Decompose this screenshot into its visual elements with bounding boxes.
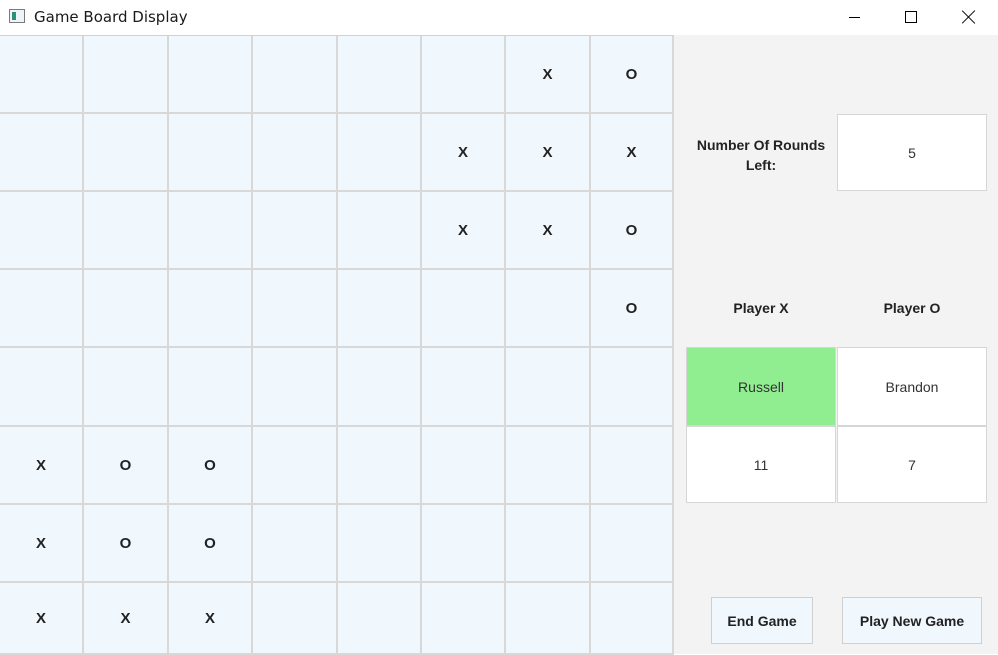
board-cell[interactable] bbox=[591, 505, 674, 583]
board-cell[interactable] bbox=[0, 270, 84, 348]
board-cell[interactable] bbox=[253, 583, 338, 655]
board-cell[interactable] bbox=[591, 583, 674, 655]
player-x-header: Player X bbox=[733, 300, 789, 316]
board-cell[interactable] bbox=[0, 36, 84, 114]
board-cell[interactable] bbox=[84, 114, 169, 192]
board-cell[interactable] bbox=[338, 583, 422, 655]
board-cell[interactable] bbox=[169, 348, 253, 427]
board-cell[interactable]: X bbox=[169, 583, 253, 655]
board-cell[interactable] bbox=[338, 36, 422, 114]
board-cell[interactable]: X bbox=[422, 192, 506, 270]
end-game-button[interactable]: End Game bbox=[711, 597, 813, 644]
game-board: XOXXXXXOOXOOXOOXXX bbox=[0, 35, 674, 655]
board-cell[interactable] bbox=[0, 114, 84, 192]
board-cell[interactable]: X bbox=[0, 505, 84, 583]
board-cell[interactable] bbox=[253, 36, 338, 114]
board-cell[interactable] bbox=[253, 348, 338, 427]
board-cell[interactable] bbox=[338, 192, 422, 270]
title-bar: Game Board Display bbox=[0, 0, 998, 34]
board-cell[interactable]: X bbox=[0, 427, 84, 505]
board-cell[interactable] bbox=[506, 583, 591, 655]
maximize-icon bbox=[905, 11, 917, 23]
board-cell[interactable] bbox=[253, 114, 338, 192]
board-cell[interactable] bbox=[506, 270, 591, 348]
minimize-button[interactable] bbox=[825, 0, 883, 34]
board-cell[interactable]: X bbox=[0, 583, 84, 655]
board-cell[interactable] bbox=[338, 114, 422, 192]
board-cell[interactable] bbox=[506, 505, 591, 583]
board-cell[interactable] bbox=[84, 270, 169, 348]
rounds-left-value: 5 bbox=[837, 114, 987, 191]
board-cell[interactable]: O bbox=[84, 505, 169, 583]
minimize-icon bbox=[848, 16, 860, 18]
board-cell[interactable] bbox=[169, 36, 253, 114]
board-cell[interactable]: X bbox=[506, 192, 591, 270]
board-cell[interactable] bbox=[338, 427, 422, 505]
board-cell[interactable]: O bbox=[169, 427, 253, 505]
close-icon bbox=[962, 10, 976, 24]
board-cell[interactable]: O bbox=[591, 36, 674, 114]
maximize-button[interactable] bbox=[882, 0, 940, 34]
player-x-name: Russell bbox=[686, 347, 836, 426]
board-cell[interactable] bbox=[422, 36, 506, 114]
board-cell[interactable]: O bbox=[169, 505, 253, 583]
side-panel: Number Of Rounds Left: 5 Player X Player… bbox=[674, 35, 998, 654]
board-cell[interactable]: O bbox=[591, 270, 674, 348]
board-cell[interactable] bbox=[338, 270, 422, 348]
rounds-left-label: Number Of Rounds Left: bbox=[696, 137, 826, 173]
board-cell[interactable] bbox=[253, 505, 338, 583]
board-cell[interactable] bbox=[84, 348, 169, 427]
board-cell[interactable] bbox=[422, 505, 506, 583]
board-cell[interactable]: X bbox=[422, 114, 506, 192]
board-cell[interactable] bbox=[506, 427, 591, 505]
board-cell[interactable] bbox=[591, 427, 674, 505]
board-cell[interactable] bbox=[338, 505, 422, 583]
board-cell[interactable]: X bbox=[506, 36, 591, 114]
close-button[interactable] bbox=[940, 0, 998, 34]
board-cell[interactable] bbox=[422, 270, 506, 348]
board-cell[interactable] bbox=[0, 192, 84, 270]
player-o-header: Player O bbox=[883, 300, 941, 316]
board-cell[interactable] bbox=[84, 36, 169, 114]
board-cell[interactable] bbox=[422, 348, 506, 427]
board-cell[interactable]: X bbox=[591, 114, 674, 192]
player-o-name: Brandon bbox=[837, 347, 987, 426]
board-cell[interactable] bbox=[253, 270, 338, 348]
board-cell[interactable]: O bbox=[591, 192, 674, 270]
board-cell[interactable] bbox=[169, 192, 253, 270]
board-cell[interactable] bbox=[422, 583, 506, 655]
board-cell[interactable]: X bbox=[84, 583, 169, 655]
board-cell[interactable] bbox=[253, 427, 338, 505]
board-cell[interactable] bbox=[84, 192, 169, 270]
player-x-score: 11 bbox=[686, 426, 836, 503]
board-cell[interactable]: O bbox=[84, 427, 169, 505]
board-cell[interactable] bbox=[0, 348, 84, 427]
board-cell[interactable] bbox=[169, 114, 253, 192]
app-window-icon bbox=[9, 9, 25, 23]
window-title: Game Board Display bbox=[34, 8, 188, 26]
board-cell[interactable] bbox=[338, 348, 422, 427]
board-cell[interactable] bbox=[506, 348, 591, 427]
board-cell[interactable]: X bbox=[506, 114, 591, 192]
board-cell[interactable] bbox=[253, 192, 338, 270]
board-cell[interactable] bbox=[422, 427, 506, 505]
player-o-score: 7 bbox=[837, 426, 987, 503]
play-new-game-button[interactable]: Play New Game bbox=[842, 597, 982, 644]
board-cell[interactable] bbox=[169, 270, 253, 348]
board-cell[interactable] bbox=[591, 348, 674, 427]
